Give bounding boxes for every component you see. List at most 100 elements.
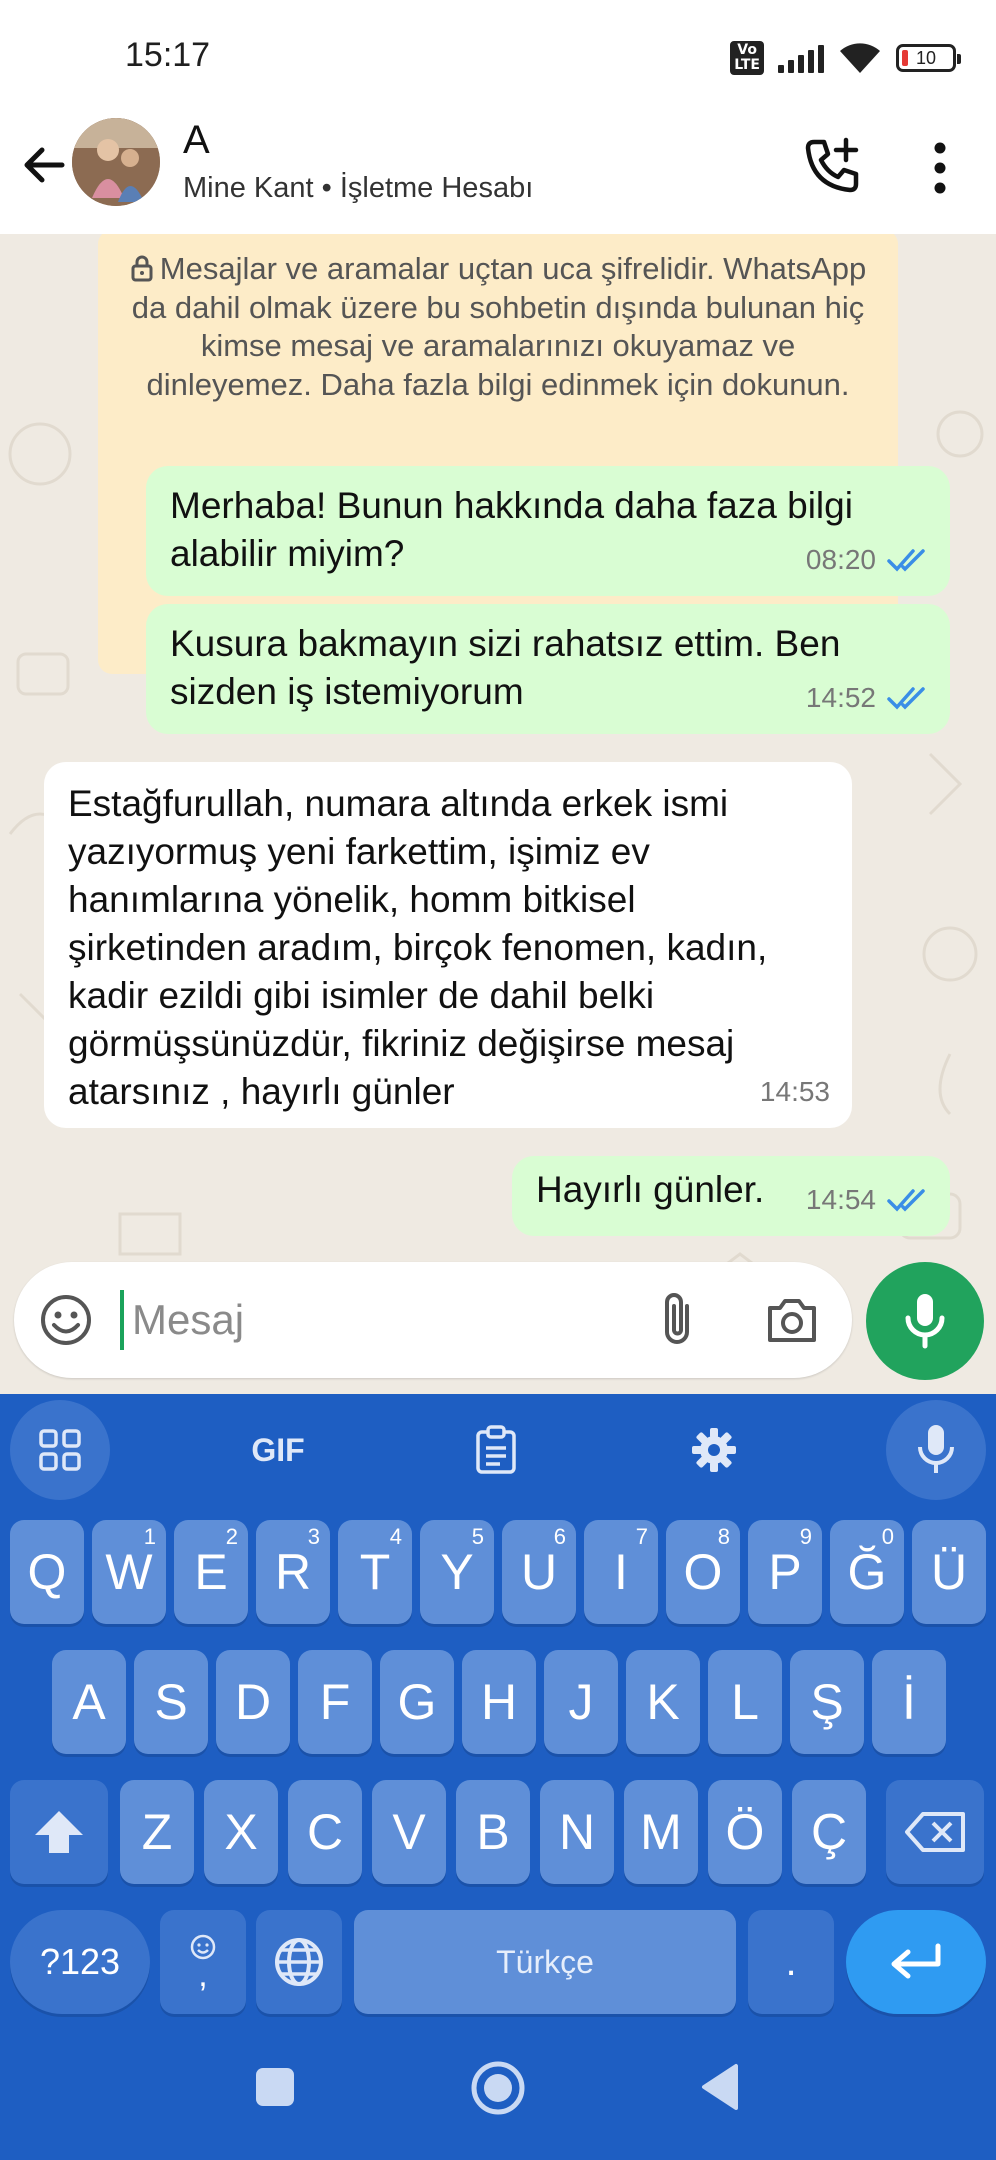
volte-icon: Vo LTE [730,41,764,75]
paperclip-icon[interactable] [649,1288,709,1352]
keyboard: GIF ?123 , Türkçe . Q W 1 E 2 R 3 T 4 Y … [0,1394,996,2034]
key-c[interactable]: C [288,1780,362,1884]
space-key[interactable]: Türkçe [354,1910,736,2014]
key-n[interactable]: N [540,1780,614,1884]
key-j[interactable]: J [544,1650,618,1754]
message-text: Kusura bakmayın sizi rahatsız ettim. Ben… [170,623,841,712]
key-label: T [359,1544,391,1600]
grid-icon [39,1429,81,1471]
key-u[interactable]: U6 [502,1520,576,1624]
key-o[interactable]: O8 [666,1520,740,1624]
gif-button[interactable]: GIF [228,1400,328,1500]
key-v[interactable]: V [372,1780,446,1884]
key-b[interactable]: B [456,1780,530,1884]
key-d[interactable]: D [216,1650,290,1754]
key-l[interactable]: L [708,1650,782,1754]
key-ç[interactable]: Ç [792,1780,866,1884]
key-label: C [306,1804,344,1860]
period-label: . [785,1939,797,1984]
comma-label: , [198,1956,208,1994]
recents-icon[interactable] [254,2066,296,2108]
message-text: Estağfurullah, numara altında erkek ismi… [68,783,768,1112]
phone-plus-icon[interactable] [800,134,864,198]
chat-area[interactable]: Mesajlar ve aramalar uçtan uca şifrelidi… [0,234,996,1394]
message-bubble-outgoing[interactable]: Kusura bakmayın sizi rahatsız ettim. Ben… [146,604,950,734]
contact-subtitle[interactable]: Mine Kant • İşletme Hesabı [183,172,533,205]
space-label: Türkçe [496,1943,594,1980]
period-key[interactable]: . [748,1910,834,2014]
key-label: E [194,1544,228,1600]
key-k[interactable]: K [626,1650,700,1754]
voice-typing-button[interactable] [886,1400,986,1500]
key-p[interactable]: P9 [748,1520,822,1624]
message-time: 14:54 [805,1184,876,1215]
keyboard-settings-button[interactable] [664,1400,764,1500]
camera-icon[interactable] [762,1290,822,1350]
enter-icon [891,1943,941,1979]
key-ü[interactable]: Ü [912,1520,986,1624]
emoji-comma-key[interactable]: , [160,1910,246,2014]
key-i[interactable]: I7 [584,1520,658,1624]
key-r[interactable]: R3 [256,1520,330,1624]
key-t[interactable]: T4 [338,1520,412,1624]
emoji-icon[interactable] [38,1292,94,1348]
backspace-key[interactable] [886,1780,984,1884]
message-input[interactable] [132,1282,632,1358]
key-label: K [646,1674,680,1730]
key-ğ[interactable]: Ğ0 [830,1520,904,1624]
key-label: J [568,1674,594,1730]
key-h[interactable]: H [462,1650,536,1754]
key-q[interactable]: Q [10,1520,84,1624]
more-vert-icon[interactable] [920,140,960,196]
mic-icon [918,1425,954,1473]
back-nav-icon[interactable] [700,2062,740,2112]
keyboard-apps-button[interactable] [10,1400,110,1500]
key-hint: 4 [389,1524,402,1549]
message-meta: 14:54 [806,1176,928,1224]
key-m[interactable]: M [624,1780,698,1884]
arrow-left-icon[interactable] [18,140,68,190]
key-label: M [640,1804,682,1860]
key-label: W [105,1544,153,1600]
key-e[interactable]: E2 [174,1520,248,1624]
key-z[interactable]: Z [120,1780,194,1884]
key-y[interactable]: Y5 [420,1520,494,1624]
key-hint: 6 [553,1524,566,1549]
voice-record-button[interactable] [866,1262,984,1380]
key-i̇[interactable]: İ [872,1650,946,1754]
double-check-icon [887,687,925,710]
text-cursor [120,1290,124,1350]
key-label: Y [440,1544,474,1600]
clipboard-button[interactable] [446,1400,546,1500]
key-label: V [392,1804,426,1860]
key-w[interactable]: W1 [92,1520,166,1624]
key-hint: 7 [635,1524,648,1549]
key-ş[interactable]: Ş [790,1650,864,1754]
message-text: Merhaba! Bunun hakkında daha faza bilgi … [170,485,853,574]
clipboard-icon [476,1425,516,1474]
message-bubble-outgoing[interactable]: Merhaba! Bunun hakkında daha faza bilgi … [146,466,950,596]
language-key[interactable] [256,1910,342,2014]
navigation-bar [0,2034,996,2160]
enter-key[interactable] [846,1910,986,2014]
key-g[interactable]: G [380,1650,454,1754]
encryption-notice-text: Mesajlar ve aramalar uçtan uca şifrelidi… [131,251,867,402]
key-label: O [683,1544,723,1600]
message-bubble-incoming[interactable]: Estağfurullah, numara altında erkek ismi… [44,762,852,1128]
shift-key[interactable] [10,1780,108,1884]
signal-icon [778,43,824,73]
globe-icon [275,1938,323,1986]
key-ö[interactable]: Ö [708,1780,782,1884]
symbols-key[interactable]: ?123 [10,1910,150,2014]
key-label: İ [902,1674,916,1730]
contact-name[interactable]: A [183,118,210,163]
home-icon[interactable] [470,2060,526,2116]
avatar[interactable] [72,118,160,206]
key-f[interactable]: F [298,1650,372,1754]
key-label: D [234,1674,272,1730]
message-bubble-outgoing[interactable]: Hayırlı günler. 14:54 [512,1156,950,1236]
key-x[interactable]: X [204,1780,278,1884]
key-s[interactable]: S [134,1650,208,1754]
key-label: Ğ [847,1544,887,1600]
key-a[interactable]: A [52,1650,126,1754]
